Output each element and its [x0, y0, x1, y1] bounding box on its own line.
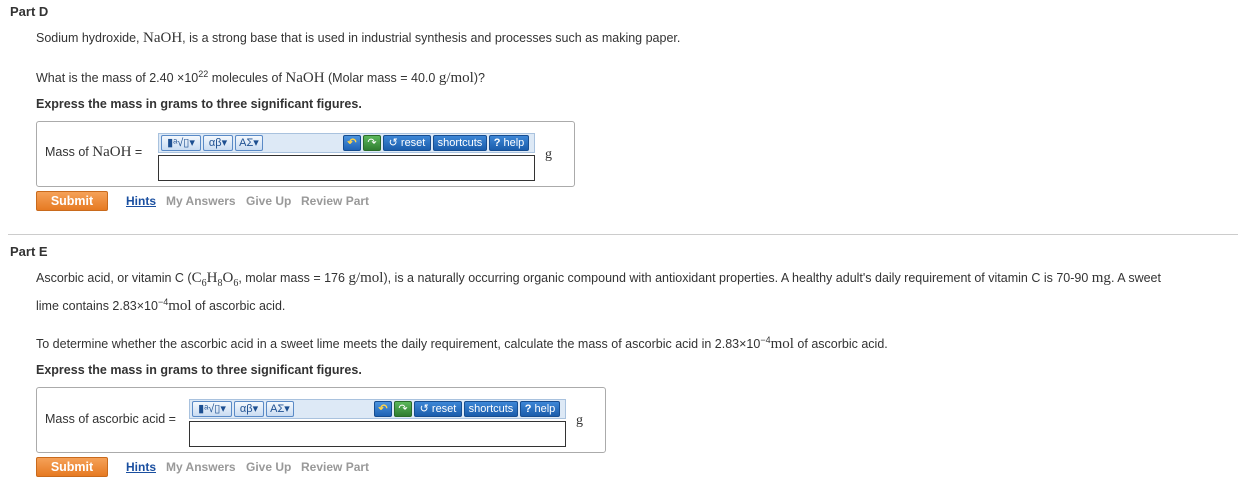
- intro-text: Ascorbic acid, or vitamin C (: [36, 271, 192, 285]
- exponent: 22: [198, 69, 209, 79]
- intro-text: ), is a naturally occurring organic comp…: [383, 271, 1092, 285]
- part-d-answer-label: Mass of NaOH =: [45, 144, 142, 161]
- question-text: of ascorbic acid.: [793, 337, 888, 352]
- part-d-answer-input[interactable]: [158, 155, 535, 181]
- redo-icon: ↷: [398, 403, 408, 415]
- greek-upper-button[interactable]: ΑΣ▾: [235, 135, 263, 151]
- part-e-question: To determine whether the ascorbic acid i…: [36, 328, 888, 356]
- greek-lower-button[interactable]: αβ▾: [203, 135, 233, 151]
- intro-text: lime contains 2.83×10: [36, 299, 158, 314]
- chevron-down-icon: ▾: [252, 403, 259, 415]
- formula: NaOH: [92, 144, 132, 160]
- greek-lower-button[interactable]: αβ▾: [234, 401, 264, 417]
- chevron-down-icon: ▾: [284, 403, 290, 415]
- part-d-question: What is the mass of 2.40 ×1022 molecules…: [36, 62, 485, 90]
- question-text: molecules of: [208, 71, 286, 86]
- help-label: help: [503, 137, 525, 149]
- part-e-submit-button[interactable]: Submit: [36, 457, 108, 477]
- part-e-title: Part E: [10, 244, 48, 259]
- chevron-down-icon: ▾: [253, 137, 259, 149]
- templates-button[interactable]: ▮ᵃ√▯▾: [161, 135, 201, 151]
- formula: NaOH: [285, 70, 325, 87]
- help-button[interactable]: ? help: [489, 135, 529, 151]
- redo-button[interactable]: ↷: [394, 401, 412, 417]
- unit-text: g/mol: [348, 270, 384, 286]
- intro-text: . A sweet: [1110, 271, 1161, 285]
- formula: C6H8O6: [191, 270, 239, 289]
- unit-text: g/mol: [438, 70, 474, 87]
- reset-icon: ↺: [419, 403, 429, 415]
- formula: NaOH: [143, 30, 183, 46]
- chevron-down-icon: ▾: [220, 403, 226, 415]
- label-text: Mass of: [45, 145, 93, 159]
- question-text: What is the mass of 2.40 ×10: [36, 71, 199, 86]
- unit-text: mol: [168, 298, 192, 315]
- undo-button[interactable]: ↶: [374, 401, 392, 417]
- part-e-answer-label: Mass of ascorbic acid =: [45, 412, 176, 426]
- label-text: =: [131, 145, 143, 159]
- undo-button[interactable]: ↶: [343, 135, 361, 151]
- part-e-answer-input[interactable]: [189, 421, 566, 447]
- chevron-down-icon: ▾: [189, 137, 195, 149]
- undo-icon: ↶: [378, 403, 388, 415]
- part-e-intro-line2: lime contains 2.83×10−4mol of ascorbic a…: [36, 290, 285, 318]
- part-d-give-up-link[interactable]: Give Up: [246, 194, 291, 208]
- part-e-answer-box: Mass of ascorbic acid = ▮ᵃ√▯▾ αβ▾ ΑΣ▾ ↶ …: [36, 387, 606, 453]
- part-e-give-up-link[interactable]: Give Up: [246, 460, 291, 474]
- part-d-unit: g: [545, 147, 552, 162]
- redo-icon: ↷: [367, 137, 377, 149]
- reset-button[interactable]: ↺ reset: [383, 135, 431, 151]
- help-label: help: [534, 403, 556, 415]
- help-icon: ?: [524, 403, 532, 415]
- part-d-review-part-link[interactable]: Review Part: [301, 194, 369, 208]
- part-d-instruction: Express the mass in grams to three signi…: [36, 97, 362, 111]
- question-text: )?: [473, 71, 485, 86]
- part-d-submit-button[interactable]: Submit: [36, 191, 108, 211]
- part-e-my-answers-link[interactable]: My Answers: [166, 460, 236, 474]
- intro-text: , molar mass = 176: [238, 271, 349, 285]
- part-e-math-editor: ▮ᵃ√▯▾ αβ▾ ΑΣ▾ ↶ ↷ ↺ reset shortcuts ? he…: [189, 399, 566, 447]
- part-e-instruction: Express the mass in grams to three signi…: [36, 363, 362, 377]
- part-d-title: Part D: [10, 4, 49, 19]
- unit-text: mol: [770, 336, 794, 353]
- part-d-intro: Sodium hydroxide, NaOH, is a strong base…: [36, 26, 680, 50]
- chevron-down-icon: ▾: [221, 137, 228, 149]
- question-text: (Molar mass = 40.0: [324, 71, 439, 86]
- templates-button[interactable]: ▮ᵃ√▯▾: [192, 401, 232, 417]
- shortcuts-button[interactable]: shortcuts: [464, 401, 518, 417]
- intro-text: , is a strong base that is used in indus…: [182, 31, 681, 45]
- reset-label: reset: [431, 403, 457, 415]
- shortcuts-button[interactable]: shortcuts: [433, 135, 487, 151]
- editor-toolbar: ▮ᵃ√▯▾ αβ▾ ΑΣ▾ ↶ ↷ ↺ reset shortcuts ? he…: [189, 399, 566, 419]
- reset-label: reset: [400, 137, 426, 149]
- undo-icon: ↶: [347, 137, 357, 149]
- redo-button[interactable]: ↷: [363, 135, 381, 151]
- part-e-hints-link[interactable]: Hints: [126, 460, 156, 474]
- greek-upper-button[interactable]: ΑΣ▾: [266, 401, 294, 417]
- part-e-unit: g: [576, 413, 583, 428]
- intro-text: of ascorbic acid.: [191, 299, 286, 314]
- question-text: To determine whether the ascorbic acid i…: [36, 337, 761, 352]
- exponent: −4: [157, 297, 169, 307]
- reset-button[interactable]: ↺ reset: [414, 401, 462, 417]
- intro-text: Sodium hydroxide,: [36, 31, 144, 45]
- editor-toolbar: ▮ᵃ√▯▾ αβ▾ ΑΣ▾ ↶ ↷ ↺ reset shortcuts ? he…: [158, 133, 535, 153]
- unit-text: mg: [1091, 270, 1111, 286]
- exponent: −4: [760, 335, 771, 345]
- reset-icon: ↺: [388, 137, 398, 149]
- part-d-answer-box: Mass of NaOH = ▮ᵃ√▯▾ αβ▾ ΑΣ▾ ↶ ↷ ↺ reset…: [36, 121, 575, 187]
- help-icon: ?: [493, 137, 501, 149]
- help-button[interactable]: ? help: [520, 401, 560, 417]
- part-d-my-answers-link[interactable]: My Answers: [166, 194, 236, 208]
- part-d-hints-link[interactable]: Hints: [126, 194, 156, 208]
- part-e-review-part-link[interactable]: Review Part: [301, 460, 369, 474]
- part-d-math-editor: ▮ᵃ√▯▾ αβ▾ ΑΣ▾ ↶ ↷ ↺ reset shortcuts ? he…: [158, 133, 535, 181]
- part-divider: [8, 234, 1238, 235]
